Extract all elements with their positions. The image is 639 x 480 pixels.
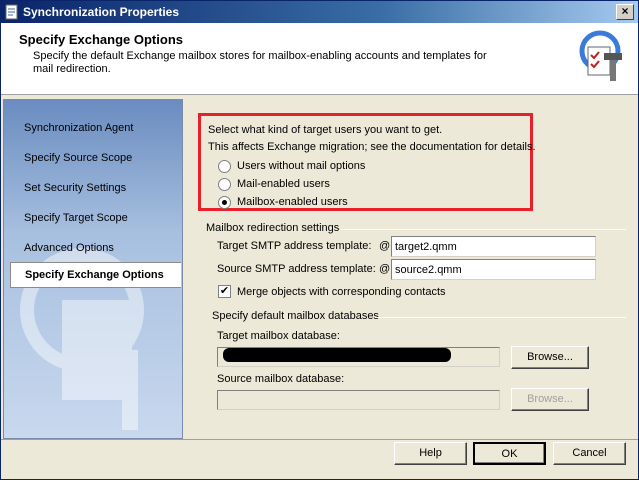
merge-contacts-checkbox[interactable]: ✔ xyxy=(218,285,231,298)
help-button[interactable]: Help xyxy=(394,442,467,465)
browse-button-label: Browse... xyxy=(527,393,573,405)
source-database-field xyxy=(217,390,500,410)
sidebar-item-label: Set Security Settings xyxy=(24,182,127,194)
sidebar-item-exchange-options[interactable]: Specify Exchange Options xyxy=(10,262,181,288)
target-users-prompt: Select what kind of target users you wan… xyxy=(208,124,443,136)
close-icon: × xyxy=(621,4,629,18)
target-smtp-label: Target SMTP address template: xyxy=(217,240,372,252)
window-title: Synchronization Properties xyxy=(23,5,180,19)
sidebar-item-label: Specify Source Scope xyxy=(24,152,133,164)
synchronization-properties-window: Synchronization Properties × Specify Exc… xyxy=(0,0,639,480)
sidebar-item-synchronization-agent[interactable]: Synchronization Agent xyxy=(10,116,181,142)
radio-mailbox-enabled[interactable] xyxy=(218,196,231,209)
target-smtp-input[interactable] xyxy=(391,236,596,257)
sidebar-item-source-scope[interactable]: Specify Source Scope xyxy=(10,146,181,172)
group-divider xyxy=(375,317,626,318)
sidebar-item-label: Specify Exchange Options xyxy=(25,269,164,281)
ok-button-label: OK xyxy=(501,448,518,460)
page-title: Specify Exchange Options xyxy=(19,32,183,47)
cancel-button[interactable]: Cancel xyxy=(553,442,626,465)
radio-label-users-without-mail[interactable]: Users without mail options xyxy=(237,160,365,172)
source-database-browse-button[interactable]: Browse... xyxy=(511,388,589,411)
browse-button-label: Browse... xyxy=(527,351,573,363)
databases-group-label: Specify default mailbox databases xyxy=(212,310,379,322)
sidebar-item-label: Synchronization Agent xyxy=(24,122,134,134)
source-smtp-input[interactable] xyxy=(391,259,596,280)
target-users-note: This affects Exchange migration; see the… xyxy=(208,141,536,153)
checkmark-icon: ✔ xyxy=(219,285,230,297)
wizard-sidebar: Synchronization Agent Specify Source Sco… xyxy=(3,99,183,439)
target-database-browse-button[interactable]: Browse... xyxy=(511,346,589,369)
target-database-label: Target mailbox database: xyxy=(217,330,340,342)
merge-contacts-label[interactable]: Merge objects with corresponding contact… xyxy=(237,286,446,298)
sidebar-item-security-settings[interactable]: Set Security Settings xyxy=(10,176,181,202)
ok-button[interactable]: OK xyxy=(473,442,546,465)
source-smtp-label: Source SMTP address template: xyxy=(217,263,376,275)
source-database-label: Source mailbox database: xyxy=(217,373,345,385)
redirection-group-label: Mailbox redirection settings xyxy=(206,222,340,234)
target-smtp-at-sign: @ xyxy=(379,240,391,252)
redacted-value xyxy=(223,348,451,362)
group-divider xyxy=(341,229,626,230)
radio-users-without-mail[interactable] xyxy=(218,160,231,173)
wizard-tools-icon xyxy=(579,30,622,81)
wizard-header: Specify Exchange Options Specify the def… xyxy=(1,23,638,95)
sidebar-item-advanced-options[interactable]: Advanced Options xyxy=(10,236,181,262)
sidebar-item-target-scope[interactable]: Specify Target Scope xyxy=(10,206,181,232)
radio-mail-enabled[interactable] xyxy=(218,178,231,191)
page-description: Specify the default Exchange mailbox sto… xyxy=(33,50,487,75)
footer-divider xyxy=(1,439,638,440)
cancel-button-label: Cancel xyxy=(572,447,607,459)
radio-label-mailbox-enabled[interactable]: Mailbox-enabled users xyxy=(237,196,348,208)
radio-label-mail-enabled[interactable]: Mail-enabled users xyxy=(237,178,330,190)
source-smtp-at-sign: @ xyxy=(379,263,391,275)
close-button[interactable]: × xyxy=(616,4,634,20)
help-button-label: Help xyxy=(419,447,442,459)
sidebar-item-label: Specify Target Scope xyxy=(24,212,128,224)
title-bar[interactable]: Synchronization Properties × xyxy=(1,1,638,23)
app-icon xyxy=(5,4,18,20)
sidebar-item-label: Advanced Options xyxy=(24,242,114,254)
